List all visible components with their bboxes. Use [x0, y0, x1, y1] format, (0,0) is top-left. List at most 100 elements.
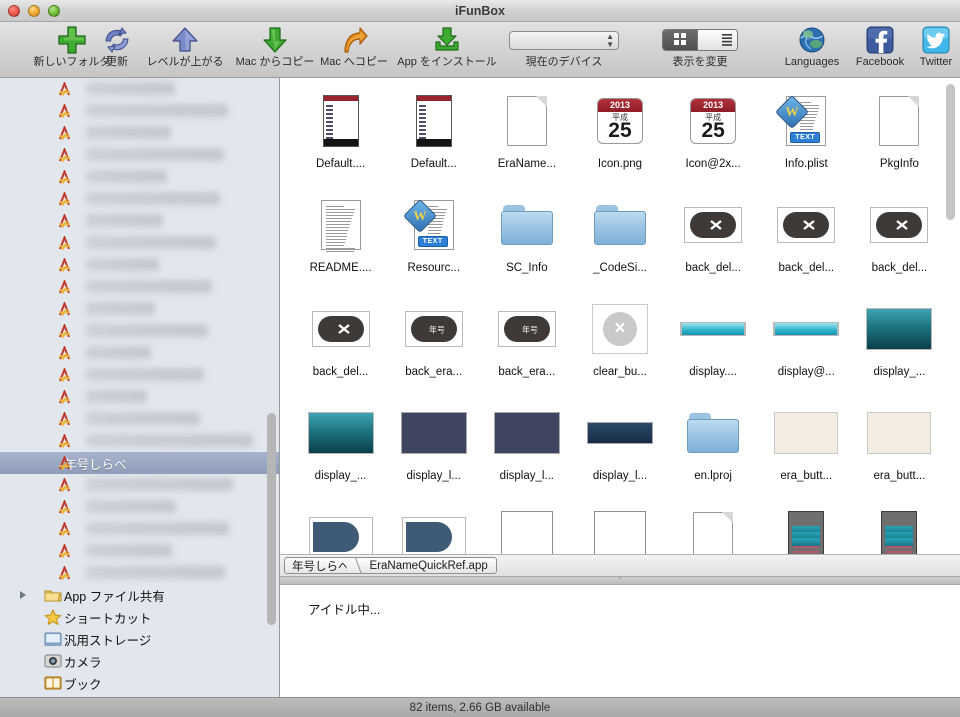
view-toggle[interactable]: 表示を変更 — [645, 24, 755, 69]
stepper-icon[interactable]: ▲ ▼ — [606, 32, 614, 49]
file-item[interactable]: display.... — [667, 292, 760, 396]
icon-view-toggle[interactable] — [663, 30, 697, 50]
minimize-button[interactable] — [28, 5, 40, 17]
file-item[interactable]: display@... — [760, 292, 853, 396]
file-item[interactable]: Default.... — [294, 84, 387, 188]
breadcrumb-item[interactable]: EraNameQuickRef.app — [358, 558, 496, 573]
sidebar-item-app[interactable] — [0, 144, 279, 166]
facebook-button[interactable]: Facebook — [848, 24, 912, 69]
blank-document-icon — [693, 512, 734, 554]
file-item[interactable]: 2013 平成 25 Icon.png — [573, 84, 666, 188]
sidebar-item-app[interactable] — [0, 408, 279, 430]
sidebar-item-app[interactable] — [0, 540, 279, 562]
sidebar-item-app[interactable] — [0, 320, 279, 342]
app-store-icon — [56, 565, 72, 581]
file-item[interactable]: W TEXT Info.plist — [760, 84, 853, 188]
file-item[interactable]: 年号 back_era... — [387, 292, 480, 396]
sidebar-item-app[interactable] — [0, 518, 279, 540]
file-item[interactable]: display_l... — [387, 396, 480, 500]
file-item[interactable]: display_l... — [480, 396, 573, 500]
redacted-app-label — [86, 368, 204, 381]
file-grid[interactable]: Default.... Default... EraName... 2013 平成 25 I… — [280, 78, 960, 554]
sidebar-item-app[interactable] — [0, 474, 279, 496]
file-item[interactable] — [480, 500, 573, 554]
sidebar-item-app[interactable] — [0, 364, 279, 386]
file-item[interactable] — [387, 500, 480, 554]
device-selector-field[interactable]: ▲ ▼ — [509, 30, 619, 50]
sidebar-item-app[interactable] — [0, 122, 279, 144]
file-item[interactable]: back_del... — [667, 188, 760, 292]
sidebar-item-generic-storage[interactable]: 汎用ストレージ — [0, 628, 279, 650]
sidebar-item-voice-memos[interactable]: ボイスメモ — [0, 694, 279, 697]
file-item[interactable]: 年号 back_era... — [480, 292, 573, 396]
file-item[interactable]: back_del... — [760, 188, 853, 292]
breadcrumb[interactable]: 年号しらべ EraNameQuickRef.app — [284, 557, 497, 574]
sidebar-item-app[interactable] — [0, 210, 279, 232]
file-item[interactable] — [760, 500, 853, 554]
sidebar-item-app[interactable] — [0, 298, 279, 320]
file-item[interactable]: back_del... — [294, 292, 387, 396]
file-item-label: EraName... — [497, 158, 556, 170]
sidebar-app-list-bottom — [0, 474, 279, 584]
file-item[interactable]: SC_Info — [480, 188, 573, 292]
sidebar-item-app[interactable] — [0, 276, 279, 298]
file-item-label: en.lproj — [694, 470, 732, 482]
display-teal-image — [307, 412, 374, 454]
file-grid-scrollbar-thumb[interactable] — [946, 84, 955, 220]
text-badge: TEXT — [790, 132, 821, 143]
sidebar-item-app[interactable] — [0, 496, 279, 518]
twitter-button[interactable]: Twitter — [912, 24, 960, 69]
sidebar-item-app[interactable] — [0, 430, 279, 452]
file-item[interactable]: display_... — [294, 396, 387, 500]
sidebar-item-shortcuts[interactable]: ショートカット — [0, 606, 279, 628]
file-item[interactable]: × clear_bu... — [573, 292, 666, 396]
screenshot-image — [788, 511, 825, 554]
file-item[interactable]: PkgInfo — [853, 84, 946, 188]
file-item[interactable]: EraName... — [480, 84, 573, 188]
sidebar-item-app[interactable] — [0, 188, 279, 210]
sidebar-item-camera[interactable]: カメラ — [0, 650, 279, 672]
file-item[interactable]: 2013 平成 25 Icon@2x... — [667, 84, 760, 188]
file-item[interactable]: era_butt... — [760, 396, 853, 500]
sidebar-item-app-file-sharing[interactable]: App ファイル共有 — [0, 584, 279, 606]
sidebar-item-books[interactable]: ブック — [0, 672, 279, 694]
file-item[interactable]: Default... — [387, 84, 480, 188]
device-selector-input[interactable] — [510, 31, 603, 49]
file-item[interactable]: back_del... — [853, 188, 946, 292]
sidebar-item-app[interactable] — [0, 562, 279, 584]
sidebar-item-app[interactable] — [0, 232, 279, 254]
sidebar-item-app[interactable] — [0, 386, 279, 408]
disclosure-triangle-icon[interactable] — [20, 591, 26, 599]
languages-button[interactable]: Languages — [776, 24, 848, 69]
close-button[interactable] — [8, 5, 20, 17]
sidebar-item-app[interactable] — [0, 78, 279, 100]
back-delete-key-image — [684, 207, 743, 243]
file-item[interactable]: _CodeSi... — [573, 188, 666, 292]
sidebar-item-app[interactable] — [0, 166, 279, 188]
file-item-label: back_del... — [871, 262, 928, 274]
file-item[interactable]: W TEXT Resourc... — [387, 188, 480, 292]
file-item-label: display.... — [689, 366, 737, 378]
pane-resize-grip[interactable] — [280, 577, 960, 585]
file-item[interactable]: display_... — [853, 292, 946, 396]
file-item[interactable] — [667, 500, 760, 554]
sidebar-scrollbar-thumb[interactable] — [267, 413, 276, 625]
file-item[interactable]: era_butt... — [853, 396, 946, 500]
sidebar-item-app[interactable] — [0, 100, 279, 122]
sidebar-item-selected-app[interactable]: 年号しらべ — [0, 452, 279, 474]
file-item[interactable]: en.lproj — [667, 396, 760, 500]
sidebar-item-app[interactable] — [0, 254, 279, 276]
file-grid-container[interactable]: Default.... Default... EraName... 2013 平成 25 I… — [280, 78, 960, 555]
device-selector[interactable]: ▲ ▼ 現在のデバイス — [486, 24, 642, 69]
calendar-app-icon: 2013 平成 25 — [690, 98, 737, 144]
file-item[interactable] — [294, 500, 387, 554]
file-item[interactable] — [853, 500, 946, 554]
zoom-button[interactable] — [48, 5, 60, 17]
list-view-toggle[interactable] — [697, 30, 737, 50]
sidebar[interactable]: 年号しらべ App ファイル共有 ショートカット 汎用ストレージ カメラ ブック — [0, 78, 280, 697]
file-item[interactable]: display_l... — [573, 396, 666, 500]
sidebar-item-app[interactable] — [0, 342, 279, 364]
breadcrumb-item[interactable]: 年号しらべ — [285, 558, 358, 573]
file-item[interactable] — [573, 500, 666, 554]
file-item[interactable]: README.... — [294, 188, 387, 292]
